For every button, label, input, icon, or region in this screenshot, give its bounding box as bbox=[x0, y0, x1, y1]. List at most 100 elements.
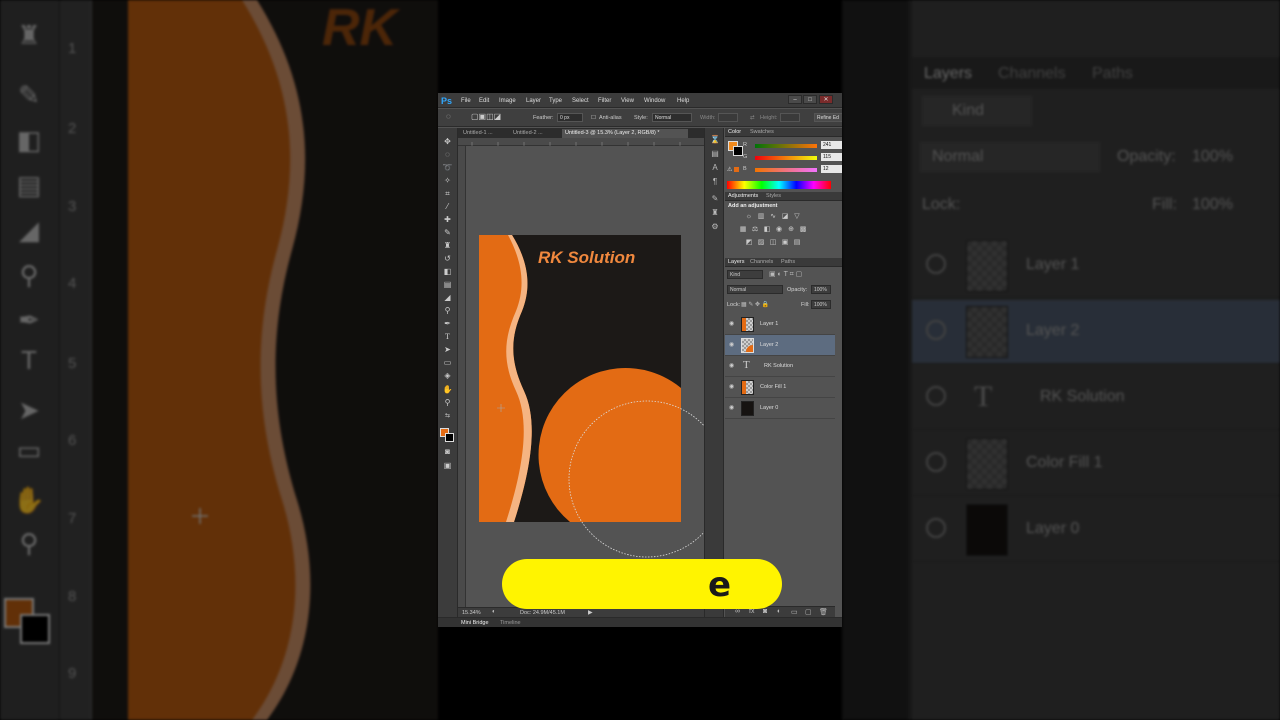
menu-image[interactable]: Image bbox=[499, 98, 516, 104]
hand-tool-icon[interactable]: ✋ bbox=[442, 384, 453, 395]
quick-mask-icon[interactable]: ◙ bbox=[442, 446, 453, 457]
visibility-eye-icon[interactable]: ◉ bbox=[729, 320, 737, 328]
screen-mode-icon[interactable]: ▣ bbox=[442, 460, 453, 471]
paragraph-icon[interactable]: ¶ bbox=[710, 177, 720, 187]
gamut-swatch[interactable] bbox=[734, 167, 739, 172]
tab-channels[interactable]: Channels bbox=[750, 259, 773, 265]
tool-preset-icon[interactable]: ⚙ bbox=[710, 222, 720, 232]
canvas-area[interactable]: RK Solution bbox=[466, 146, 704, 607]
layer-style-icon[interactable]: fx bbox=[749, 608, 754, 615]
green-slider[interactable]: G 115 bbox=[743, 153, 842, 164]
maximize-button[interactable]: □ bbox=[803, 95, 817, 104]
threshold-icon[interactable]: ◫ bbox=[769, 239, 777, 247]
swap-colors-icon[interactable]: ⇆ bbox=[442, 411, 453, 422]
properties-icon[interactable]: ▤ bbox=[710, 149, 720, 159]
layer-row[interactable]: ◉ Layer 1 bbox=[725, 314, 835, 335]
invert-icon[interactable]: ◩ bbox=[745, 239, 753, 247]
layer-row[interactable]: ◉ T RK Solution bbox=[725, 356, 835, 377]
layer-row[interactable]: ◉ Layer 0 bbox=[725, 398, 835, 419]
menu-window[interactable]: Window bbox=[644, 98, 665, 104]
brush-preset-icon[interactable]: ✎ bbox=[710, 194, 720, 204]
close-button[interactable]: ✕ bbox=[819, 95, 833, 104]
clone-stamp-icon[interactable]: ♜ bbox=[442, 240, 453, 251]
layer-row-selected[interactable]: ◉ Layer 2 bbox=[725, 335, 835, 356]
width-input[interactable] bbox=[718, 113, 738, 122]
refine-edge-button[interactable]: Refine Ed bbox=[814, 113, 842, 122]
menu-filter[interactable]: Filter bbox=[598, 98, 611, 104]
type-tool-icon[interactable]: T bbox=[442, 331, 453, 342]
visibility-eye-icon[interactable]: ◉ bbox=[729, 383, 737, 391]
black-white-icon[interactable]: ◧ bbox=[763, 226, 771, 234]
history-icon[interactable]: ⌛ bbox=[710, 135, 720, 145]
new-layer-icon[interactable]: ▢ bbox=[805, 608, 812, 616]
document-canvas[interactable]: RK Solution bbox=[466, 146, 704, 607]
selective-color-icon[interactable]: ▣ bbox=[781, 239, 789, 247]
blue-slider[interactable]: B 12 bbox=[743, 165, 842, 176]
menu-view[interactable]: View bbox=[621, 98, 634, 104]
blend-mode-select[interactable]: Normal bbox=[727, 285, 783, 294]
hue-saturation-icon[interactable]: ▦ bbox=[739, 226, 747, 234]
shape-tool-icon[interactable]: ▭ bbox=[442, 357, 453, 368]
fill-input[interactable]: 100% bbox=[811, 300, 831, 309]
character-icon[interactable]: A bbox=[710, 163, 720, 173]
opacity-input[interactable]: 100% bbox=[811, 285, 831, 294]
visibility-eye-icon[interactable]: ◉ bbox=[729, 341, 737, 349]
history-brush-icon[interactable]: ↺ bbox=[442, 253, 453, 264]
link-layers-icon[interactable]: ∞ bbox=[735, 608, 740, 615]
color-spectrum-bar[interactable] bbox=[727, 181, 831, 189]
healing-brush-icon[interactable]: ✚ bbox=[442, 214, 453, 225]
curves-icon[interactable]: ∿ bbox=[769, 213, 777, 221]
channel-mixer-icon[interactable]: ⊕ bbox=[787, 226, 795, 234]
height-input[interactable] bbox=[780, 113, 800, 122]
tab-document[interactable]: Untitled-2 ... bbox=[510, 129, 558, 138]
gradient-map-icon[interactable]: ▤ bbox=[793, 239, 801, 247]
menu-select[interactable]: Select bbox=[572, 98, 589, 104]
gradient-icon[interactable]: ▤ bbox=[442, 279, 453, 290]
red-slider[interactable]: R 241 bbox=[743, 141, 842, 152]
panel-background-swatch[interactable] bbox=[733, 146, 743, 156]
tab-document-active[interactable]: Untitled-3 @ 15.3% (Layer 2, RGB/8) * bbox=[562, 129, 688, 138]
menu-edit[interactable]: Edit bbox=[479, 98, 489, 104]
kind-filter-select[interactable]: Kind bbox=[727, 270, 763, 279]
tab-timeline[interactable]: Timeline bbox=[500, 620, 521, 626]
zoom-tool-icon[interactable]: ⚲ bbox=[442, 397, 453, 408]
delete-layer-icon[interactable]: 🗑 bbox=[819, 608, 828, 616]
dodge-tool-icon[interactable]: ⚲ bbox=[442, 305, 453, 316]
tab-paths[interactable]: Paths bbox=[781, 259, 795, 265]
tab-styles[interactable]: Styles bbox=[766, 193, 781, 199]
eraser-icon[interactable]: ◧ bbox=[442, 266, 453, 277]
feather-input[interactable]: 0 px bbox=[557, 113, 583, 122]
layer-filter-icons[interactable]: ▣ ◐ T ⌗ ▢ bbox=[769, 270, 802, 279]
new-group-icon[interactable]: ▭ bbox=[791, 608, 798, 616]
tab-swatches[interactable]: Swatches bbox=[750, 129, 774, 135]
pen-tool-icon[interactable]: ✒ bbox=[442, 318, 453, 329]
menu-layer[interactable]: Layer bbox=[526, 98, 541, 104]
layer-row[interactable]: ◉ Color Fill 1 bbox=[725, 377, 835, 398]
tab-mini-bridge[interactable]: Mini Bridge bbox=[461, 620, 489, 626]
adjustment-layer-icon[interactable]: ◐ bbox=[777, 608, 781, 615]
swap-icon[interactable]: ⇄ bbox=[750, 115, 755, 121]
photo-filter-icon[interactable]: ◉ bbox=[775, 226, 783, 234]
visibility-eye-icon[interactable]: ◉ bbox=[729, 404, 737, 412]
tab-color[interactable]: Color bbox=[728, 129, 741, 135]
menu-type[interactable]: Type bbox=[549, 98, 562, 104]
tab-layers[interactable]: Layers bbox=[728, 259, 745, 265]
brush-tool-icon[interactable]: ✎ bbox=[442, 227, 453, 238]
3d-tool-icon[interactable]: ◈ bbox=[442, 370, 453, 381]
status-arrow-icon[interactable]: ▶ bbox=[588, 609, 593, 616]
color-balance-icon[interactable]: ⚖ bbox=[751, 226, 759, 234]
minimize-button[interactable]: – bbox=[788, 95, 802, 104]
marquee-tool-icon[interactable]: ◌ bbox=[446, 112, 451, 121]
color-lookup-icon[interactable]: ▩ bbox=[799, 226, 807, 234]
brightness-icon[interactable]: ☼ bbox=[745, 213, 753, 221]
menu-file[interactable]: File bbox=[461, 98, 471, 104]
move-tool-icon[interactable]: ✥ bbox=[442, 136, 453, 147]
quick-select-icon[interactable]: ✧ bbox=[442, 175, 453, 186]
levels-icon[interactable]: ▥ bbox=[757, 213, 765, 221]
selection-mode-icons[interactable]: ▢▣◫◪ bbox=[471, 112, 501, 121]
crop-tool-icon[interactable]: ⌗ bbox=[442, 188, 453, 199]
background-color-swatch[interactable] bbox=[445, 433, 454, 442]
anti-alias-checkbox[interactable]: ☐ bbox=[591, 115, 596, 121]
tab-document[interactable]: Untitled-1 ... bbox=[460, 129, 504, 138]
visibility-eye-icon[interactable]: ◉ bbox=[729, 362, 737, 370]
